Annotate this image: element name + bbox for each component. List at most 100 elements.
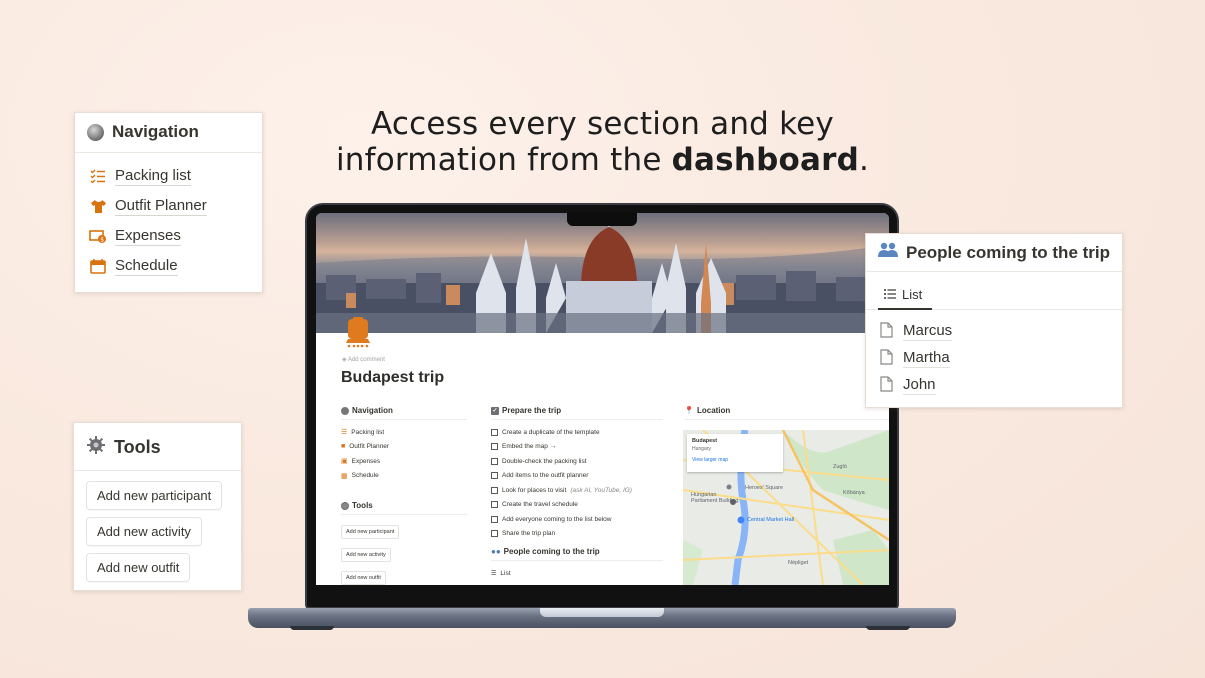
dashboard-nav-schedule[interactable]: ▦ Schedule [341, 469, 467, 484]
headline-period: . [858, 142, 870, 178]
nav-item-label: Packing list [115, 166, 191, 186]
dashboard-people-header: ●● People coming to the trip [491, 547, 663, 561]
nav-item-outfit-planner[interactable]: Outfit Planner [75, 191, 262, 221]
task-item[interactable]: Create a duplicate of the template [491, 425, 663, 440]
people-card: People coming to the trip List Marcus Ma… [865, 233, 1123, 408]
map-label: Hungarian Parliament Building [691, 492, 739, 504]
nav-item-packing-list[interactable]: Packing list [75, 161, 262, 191]
task-label: Double-check the packing list [502, 457, 587, 465]
people-card-header: People coming to the trip [866, 234, 1122, 271]
dashboard-navigation-title: Navigation [352, 406, 393, 415]
task-note: (ask AI, YouTube, IG) [570, 486, 632, 494]
person-row[interactable]: Martha [866, 345, 1122, 372]
person-row[interactable]: Marcus [866, 318, 1122, 345]
person-name: Martha [903, 349, 950, 368]
divider [866, 271, 1122, 272]
location-title: Location [696, 406, 731, 415]
headline-line-1: Access every section and key [371, 106, 834, 142]
dashboard-add-outfit-button[interactable]: Add new outfit [341, 571, 386, 585]
circle-icon [341, 406, 349, 415]
headline: Access every section and key information… [330, 106, 875, 178]
list-icon [884, 287, 896, 302]
checkbox[interactable] [491, 515, 498, 523]
nav-item-expenses[interactable]: $ Expenses [75, 221, 262, 251]
checklist-icon: ☰ [341, 429, 348, 437]
page-title: Budapest trip [341, 369, 445, 386]
task-label: Add everyone coming to the list below [502, 515, 612, 523]
task-label: Share the trip plan [502, 530, 556, 538]
tab-list[interactable]: List [878, 287, 932, 310]
laptop-screen: ◈ Add comment Budapest trip Navigation ☰… [316, 213, 889, 585]
map-label: Népliget [788, 560, 809, 566]
budapest-skyline-illustration [316, 215, 889, 333]
map-label: Heroes' Square [745, 485, 784, 491]
add-new-outfit-button[interactable]: Add new outfit [86, 553, 191, 582]
checkbox[interactable] [491, 457, 498, 465]
map-popup-title: Budapest [692, 438, 718, 444]
svg-text:$: $ [100, 236, 104, 243]
headline-text: information from the [335, 142, 672, 178]
map-label: Kőbánya [843, 490, 865, 496]
page-icon [880, 321, 893, 342]
person-row[interactable]: John [866, 372, 1122, 399]
dashboard-nav-label: Expenses [351, 457, 381, 465]
circle-icon [87, 123, 104, 141]
task-item[interactable]: Add items to the outfit planner [491, 469, 663, 484]
cover-image [316, 213, 889, 333]
checkbox[interactable] [491, 443, 498, 451]
task-label: Add items to the outfit planner [502, 472, 589, 480]
tools-card-title: Tools [114, 437, 161, 457]
headline-line-2: information from the dashboard. [330, 142, 875, 178]
embedded-map[interactable]: Heroes' Square Hungarian Parliament Buil… [683, 430, 889, 585]
task-item[interactable]: Look for places to visit (ask AI, YouTub… [491, 483, 663, 498]
dashboard-nav-label: Outfit Planner [349, 443, 389, 451]
add-new-activity-button[interactable]: Add new activity [86, 517, 202, 546]
page-icon [880, 348, 893, 369]
add-comment-button[interactable]: ◈ Add comment [342, 356, 385, 363]
dashboard-tools-title: Tools [352, 501, 373, 510]
dashboard-nav-outfit-planner[interactable]: ■ Outfit Planner [341, 440, 467, 455]
dashboard-people-tab-list[interactable]: ☰ List [491, 566, 663, 581]
checkbox[interactable] [491, 428, 498, 436]
dashboard-nav-expenses[interactable]: ▣ Expenses [341, 454, 467, 469]
calendar-icon [89, 258, 107, 274]
dashboard-nav-label: Packing list [351, 428, 385, 436]
checkbox[interactable] [491, 486, 498, 494]
nav-item-schedule[interactable]: Schedule [75, 251, 262, 281]
checkbox-checked-icon: ✓ [491, 406, 499, 415]
task-item[interactable]: Embed the map → [491, 440, 663, 455]
checkbox[interactable] [491, 530, 498, 538]
dashboard-add-activity-button[interactable]: Add new activity [341, 548, 391, 562]
nav-item-label: Outfit Planner [115, 196, 207, 216]
dashboard-nav-packing-list[interactable]: ☰ Packing list [341, 425, 467, 440]
dashboard-location-column: 📍 Location [684, 406, 889, 425]
task-item[interactable]: Double-check the packing list [491, 454, 663, 469]
pin-icon: 📍 [684, 406, 694, 415]
money-icon: ▣ [341, 458, 348, 466]
person-name: John [903, 376, 936, 395]
task-item[interactable]: Add everyone coming to the list below [491, 512, 663, 527]
add-new-participant-button[interactable]: Add new participant [86, 481, 223, 510]
task-item[interactable]: Create the travel schedule [491, 498, 663, 513]
dashboard-nav-label: Schedule [351, 472, 379, 480]
camera-notch [567, 212, 637, 226]
divider [75, 152, 262, 153]
task-item[interactable]: Share the trip plan [491, 527, 663, 542]
checkbox[interactable] [491, 501, 498, 509]
checkbox[interactable] [491, 472, 498, 480]
dashboard-add-participant-button[interactable]: Add new participant [341, 525, 400, 539]
headline-bold-text: dashboard [671, 142, 859, 178]
view-larger-map-link[interactable]: View larger map [692, 457, 778, 463]
laptop-foot-left [290, 626, 334, 630]
dashboard-tools-header: Tools [341, 501, 467, 515]
divider [74, 470, 241, 471]
dashboard-people-title: People coming to the trip [503, 547, 600, 556]
dashboard-prepare-column: ✓ Prepare the trip Create a duplicate of … [491, 406, 663, 581]
laptop-foot-right [866, 626, 910, 630]
money-icon: $ [89, 229, 107, 244]
map-label: Central Market Hall [747, 517, 795, 523]
tools-card-header: Tools [74, 423, 241, 470]
map-popup-subtitle: Hungary [692, 446, 711, 452]
task-label: Create a duplicate of the template [502, 428, 600, 436]
person-name: Marcus [903, 322, 953, 341]
